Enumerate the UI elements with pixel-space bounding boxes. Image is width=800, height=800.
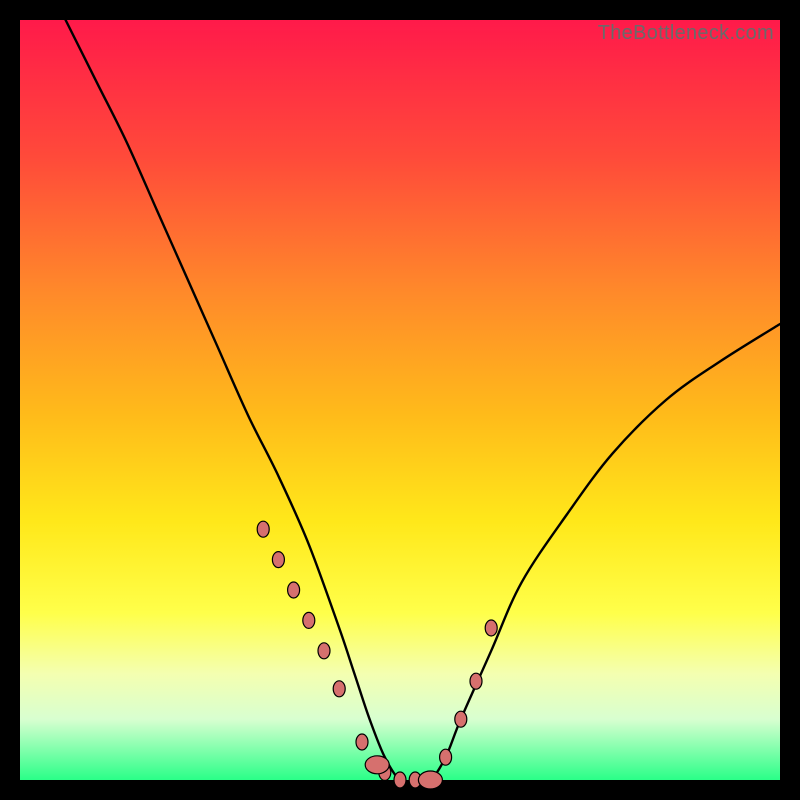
marker-point	[485, 620, 497, 636]
marker-point	[288, 582, 300, 598]
marker-point	[272, 552, 284, 568]
marker-point	[470, 673, 482, 689]
marker-point	[455, 711, 467, 727]
marker-point	[257, 521, 269, 537]
marker-point	[318, 643, 330, 659]
marker-big-point	[418, 771, 442, 789]
marker-point	[333, 681, 345, 697]
marker-group	[257, 521, 497, 789]
bottleneck-curve	[66, 20, 780, 782]
marker-point	[440, 749, 452, 765]
marker-big-point	[365, 756, 389, 774]
chart-frame: TheBottleneck.com	[20, 20, 780, 780]
marker-point	[394, 772, 406, 788]
chart-svg	[20, 20, 780, 780]
marker-point	[356, 734, 368, 750]
marker-point	[303, 612, 315, 628]
